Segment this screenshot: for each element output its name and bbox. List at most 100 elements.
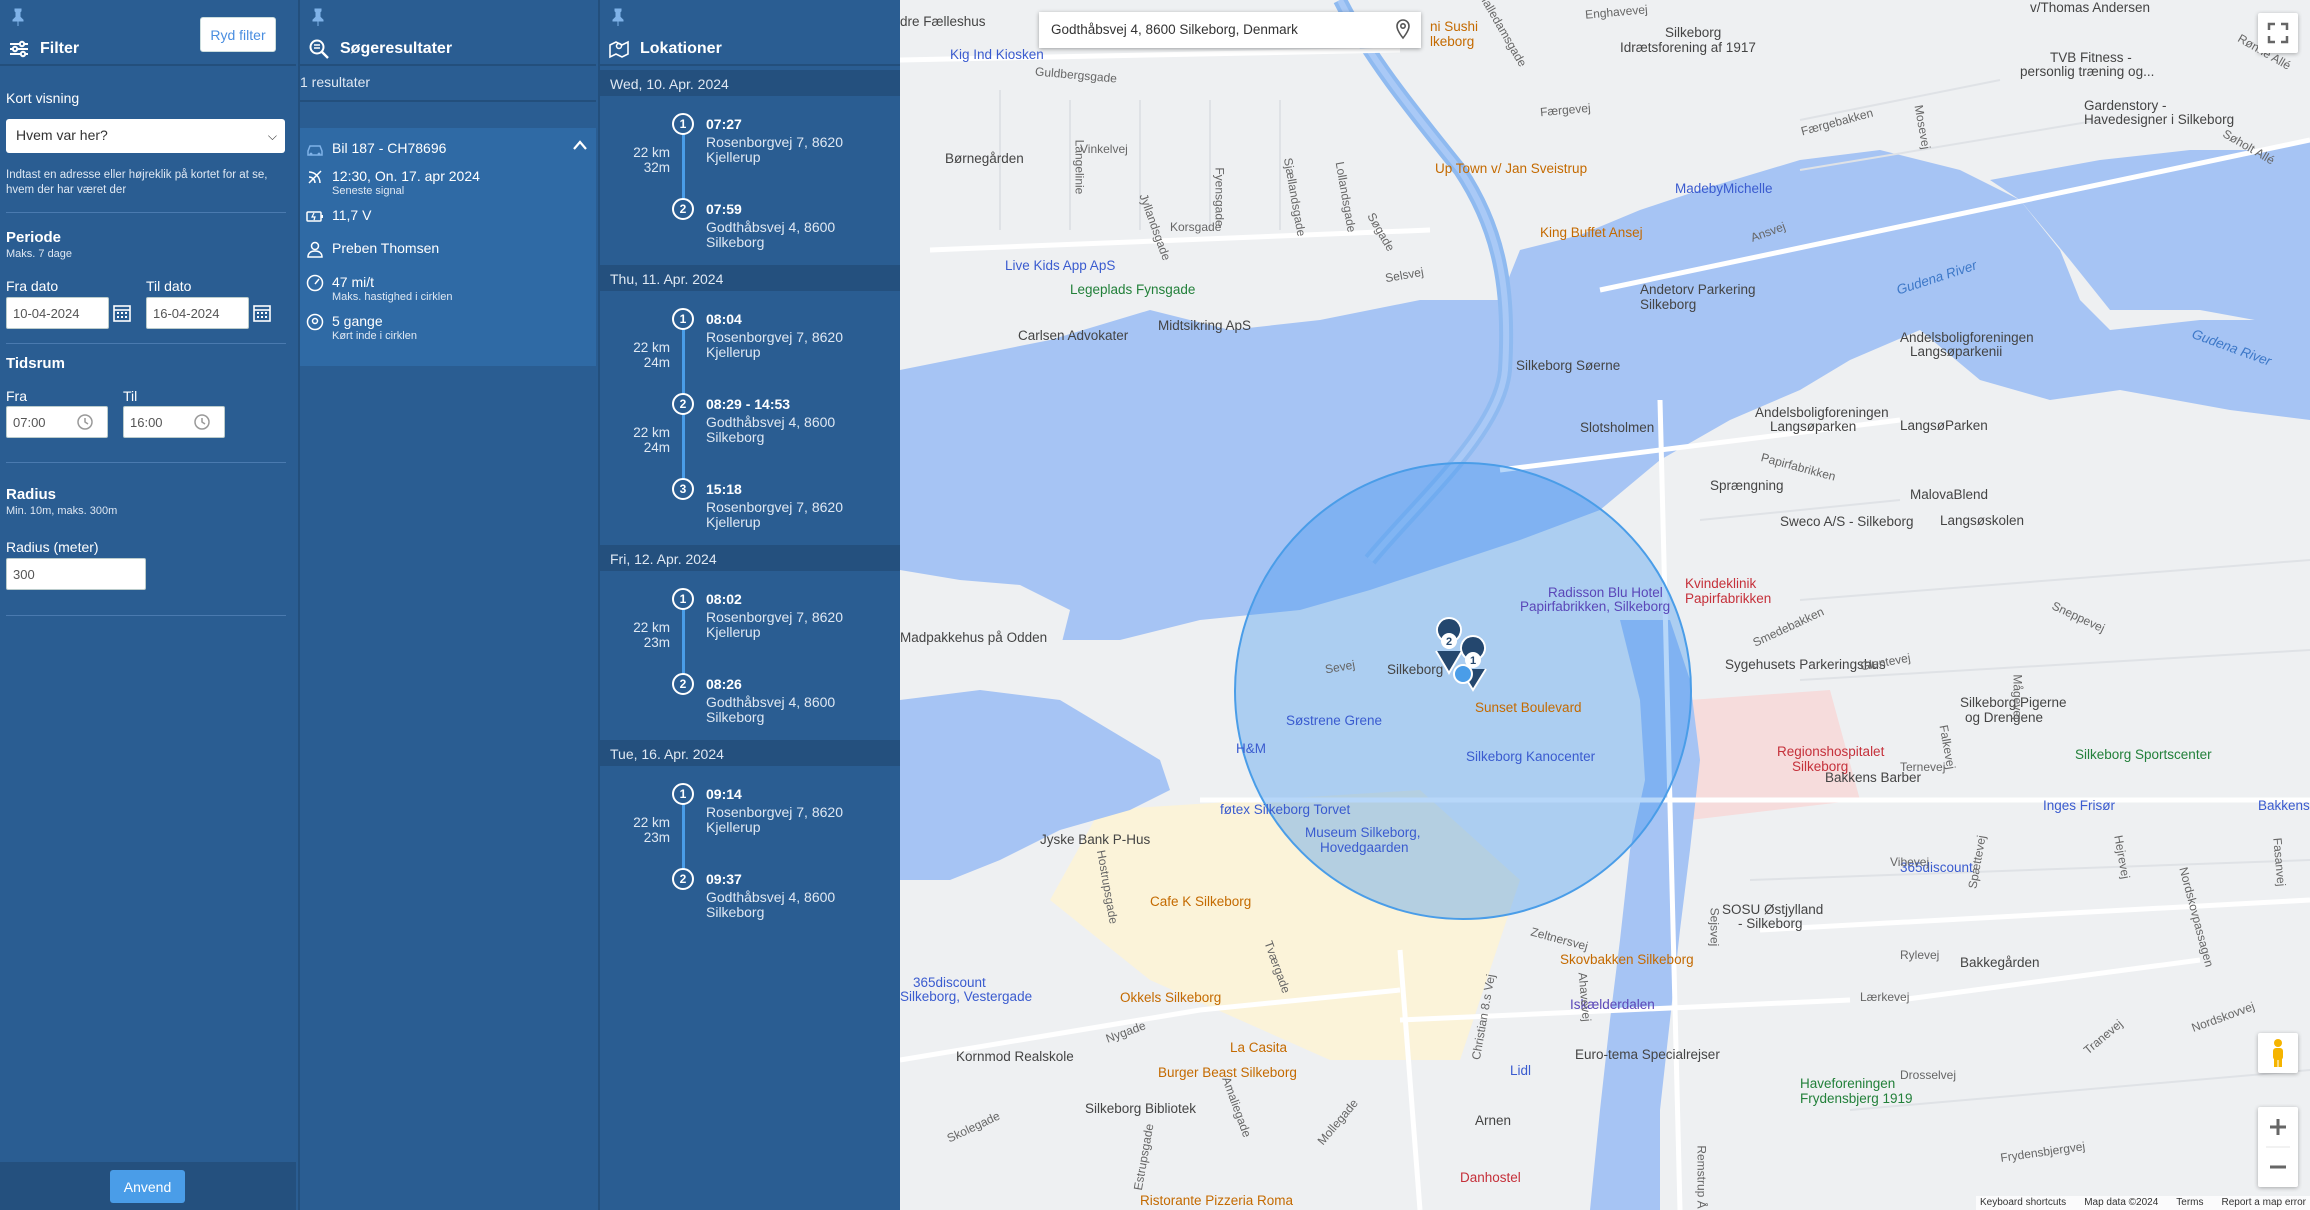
place-label[interactable]: 365discount — [913, 975, 986, 990]
place-label[interactable]: Sunset Boulevard — [1475, 700, 1582, 715]
place-label[interactable]: personlig træning og... — [2020, 64, 2154, 79]
locations-header: Lokationer — [608, 36, 722, 62]
day-header: Thu, 11. Apr. 2024 — [600, 265, 900, 291]
pin-icon[interactable] — [10, 8, 26, 26]
place-label[interactable]: Langsøparkenii — [1910, 344, 2002, 359]
place-label[interactable]: Legeplads Fynsgade — [1070, 282, 1195, 297]
apply-button[interactable]: Anvend — [110, 1170, 185, 1203]
place-label[interactable]: og Drengene — [1965, 710, 2043, 725]
place-label[interactable]: Frydensbjerg 1919 — [1800, 1091, 1913, 1106]
place-label[interactable]: Idrætsforening af 1917 — [1620, 40, 1756, 55]
place-label[interactable]: Papirfabrikken — [1685, 591, 1771, 606]
zoom-out-button[interactable] — [2258, 1147, 2298, 1187]
result-card[interactable]: Bil 187 - CH78696 12:30, On. 17. apr 202… — [300, 128, 596, 366]
place-label[interactable]: Live Kids App ApS — [1005, 258, 1115, 273]
place-label[interactable]: Børnegården — [945, 151, 1024, 166]
map-view-label: Kort visning — [6, 90, 80, 106]
place-label[interactable]: Cafe K Silkeborg — [1150, 894, 1251, 909]
place-label[interactable]: Radisson Blu Hotel — [1548, 585, 1663, 600]
place-label[interactable]: Slotsholmen — [1580, 420, 1654, 435]
location-pin-icon[interactable] — [1393, 18, 1413, 40]
to-date-input[interactable]: 16-04-2024 — [146, 297, 249, 329]
keyboard-shortcuts-link[interactable]: Keyboard shortcuts — [1980, 1197, 2066, 1209]
place-label[interactable]: Museum Silkeborg, — [1305, 825, 1421, 840]
place-label[interactable]: Jyske Bank P-Hus — [1040, 832, 1150, 847]
street-view-button[interactable] — [2258, 1033, 2298, 1073]
place-label[interactable]: MadebyMichelle — [1675, 181, 1773, 196]
place-label[interactable]: Kig Ind Kiosken — [950, 47, 1044, 62]
place-label[interactable]: Skovbakken Silkeborg — [1560, 952, 1694, 967]
place-label[interactable]: Up Town v/ Jan Sveistrup — [1435, 161, 1587, 176]
radius-input[interactable]: 300 — [6, 558, 146, 590]
terms-link[interactable]: Terms — [2176, 1197, 2203, 1209]
place-label[interactable]: Haveforeningen — [1800, 1076, 1895, 1091]
place-label[interactable]: Carlsen Advokater — [1018, 328, 1128, 343]
place-label[interactable]: Ristorante Pizzeria Roma — [1140, 1193, 1293, 1208]
street-label: Ternevej — [1900, 760, 1946, 774]
place-label[interactable]: LangsøParken — [1900, 418, 1988, 433]
place-label[interactable]: Silkeborg — [1387, 662, 1443, 677]
place-label[interactable]: Andelsboligforeningen — [1900, 330, 2034, 345]
place-label[interactable]: TVB Fitness - — [2050, 50, 2132, 65]
place-label[interactable]: Søstrene Grene — [1286, 713, 1382, 728]
fullscreen-button[interactable] — [2258, 13, 2298, 53]
place-label[interactable]: Langsøparken — [1770, 419, 1856, 434]
report-error-link[interactable]: Report a map error — [2222, 1197, 2306, 1209]
calendar-icon[interactable] — [112, 303, 132, 323]
from-date-input[interactable]: 10-04-2024 — [6, 297, 109, 329]
place-label[interactable]: Arnen — [1475, 1113, 1511, 1128]
chevron-up-icon[interactable] — [572, 138, 588, 152]
place-label[interactable]: Silkeborg, Vestergade — [900, 989, 1032, 1004]
place-label[interactable]: Danhostel — [1460, 1170, 1521, 1185]
chevron-down-icon: ⌵ — [267, 129, 277, 143]
place-label[interactable]: ni Sushi — [1430, 19, 1478, 34]
street-label: Vinkelvej — [1080, 142, 1128, 156]
place-label[interactable]: Sprængning — [1710, 478, 1784, 493]
map[interactable]: 2 1 dre Fælleshus ni Sushi lkeborg Kig I… — [900, 0, 2310, 1210]
pin-icon[interactable] — [610, 8, 626, 26]
place-label[interactable]: Silkeborg Søerne — [1516, 358, 1620, 373]
place-label[interactable]: føtex Silkeborg Torvet — [1220, 802, 1350, 817]
place-label[interactable]: Sweco A/S - Silkeborg — [1780, 514, 1914, 529]
place-label[interactable]: Regionshospitalet — [1777, 744, 1884, 759]
place-label[interactable]: Inges Frisør — [2043, 798, 2115, 813]
place-label[interactable]: - Silkeborg — [1738, 916, 1803, 931]
place-label[interactable]: Silkeborg Bibliotek — [1085, 1101, 1196, 1116]
place-label[interactable]: H&M — [1236, 741, 1266, 756]
place-label[interactable]: Silkeborg Sportscenter — [2075, 747, 2212, 762]
place-label[interactable]: Silkeborg — [1665, 25, 1721, 40]
place-label[interactable]: Madpakkehus på Odden — [900, 630, 1047, 645]
place-label[interactable]: Langsøskolen — [1940, 513, 2024, 528]
map-view-select[interactable]: Hvem var her? ⌵ — [6, 119, 285, 153]
place-label[interactable]: dre Fælleshus — [900, 14, 986, 29]
place-label[interactable]: Andetorv Parkering — [1640, 282, 1756, 297]
place-label[interactable]: Bakkens A — [2258, 798, 2310, 813]
place-label[interactable]: SOSU Østjylland — [1722, 902, 1823, 917]
place-label[interactable]: La Casita — [1230, 1040, 1287, 1055]
place-label[interactable]: King Buffet Ansej — [1540, 225, 1643, 240]
place-label[interactable]: Papirfabrikken, Silkeborg — [1520, 599, 1670, 614]
place-label[interactable]: Euro-tema Specialrejser — [1575, 1047, 1720, 1062]
address-search-input[interactable]: Godthåbsvej 4, 8600 Silkeborg, Denmark — [1039, 12, 1421, 48]
clear-filter-button[interactable]: Ryd filter — [200, 17, 276, 52]
place-label[interactable]: Bakkegården — [1960, 955, 2040, 970]
place-label[interactable]: Okkels Silkeborg — [1120, 990, 1221, 1005]
place-label[interactable]: Kvindeklinik — [1685, 576, 1756, 591]
stop-addr: Rosenborgvej 7, 8620 Kjellerup — [706, 804, 843, 835]
place-label[interactable]: Silkeborg — [1640, 297, 1696, 312]
pin-icon[interactable] — [310, 8, 326, 26]
street-label: Langelinie — [1072, 139, 1087, 195]
place-label[interactable]: lkeborg — [1430, 34, 1474, 49]
place-label[interactable]: Kornmod Realskole — [956, 1049, 1074, 1064]
place-label[interactable]: Andelsboligforeningen — [1755, 405, 1889, 420]
place-label[interactable]: v/Thomas Andersen — [2030, 0, 2150, 15]
place-label[interactable]: Midtsikring ApS — [1158, 318, 1251, 333]
place-label[interactable]: Hovedgaarden — [1320, 840, 1409, 855]
place-label[interactable]: Gardenstory - — [2084, 98, 2167, 113]
zoom-in-button[interactable] — [2258, 1107, 2298, 1147]
place-label[interactable]: Havedesigner i Silkeborg — [2084, 112, 2234, 127]
place-label[interactable]: Lidl — [1510, 1063, 1531, 1078]
place-label[interactable]: Silkeborg Kanocenter — [1466, 749, 1595, 764]
calendar-icon[interactable] — [252, 303, 272, 323]
place-label[interactable]: MalovaBlend — [1910, 487, 1988, 502]
